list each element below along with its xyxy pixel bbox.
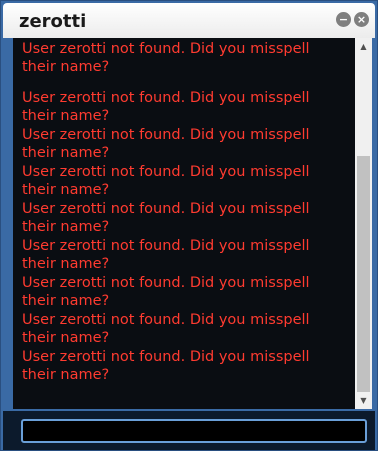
message-line: User zerotti not found. Did you misspell <box>22 238 310 254</box>
message-line: User zerotti not found. Did you misspell <box>22 90 310 106</box>
scroll-down-arrow-icon[interactable]: ▼ <box>355 392 372 409</box>
close-icon[interactable]: × <box>354 12 369 27</box>
chat-input[interactable] <box>21 419 367 443</box>
message-line: User zerotti not found. Did you misspell <box>22 127 310 143</box>
chat-message: User zerotti not found. Did you misspell… <box>13 82 355 124</box>
message-line: User zerotti not found. Did you misspell <box>22 164 310 180</box>
scroll-up-arrow-icon[interactable]: ▲ <box>355 38 372 55</box>
message-line: their name? <box>22 59 110 75</box>
message-log: User zerotti not found. Did you misspell… <box>13 38 355 409</box>
scrollbar-thumb[interactable] <box>357 156 370 392</box>
chat-window: zerotti − × User zerotti not found. Did … <box>0 0 378 451</box>
minimize-icon[interactable]: − <box>336 12 351 27</box>
vertical-scrollbar[interactable]: ▲ ▼ <box>355 38 372 409</box>
window-title: zerotti <box>19 11 87 32</box>
message-line: User zerotti not found. Did you misspell <box>22 349 310 365</box>
chat-message: User zerotti not found. Did you misspell… <box>13 38 355 82</box>
message-line: User zerotti not found. Did you misspell <box>22 312 310 328</box>
message-line: User zerotti not found. Did you misspell <box>22 201 310 217</box>
message-line: User zerotti not found. Did you misspell <box>22 41 310 57</box>
message-line: User zerotti not found. Did you misspell <box>22 275 310 291</box>
input-bar <box>3 411 375 450</box>
message-line: their name? <box>22 367 110 383</box>
title-bar[interactable]: zerotti − × <box>3 3 375 38</box>
